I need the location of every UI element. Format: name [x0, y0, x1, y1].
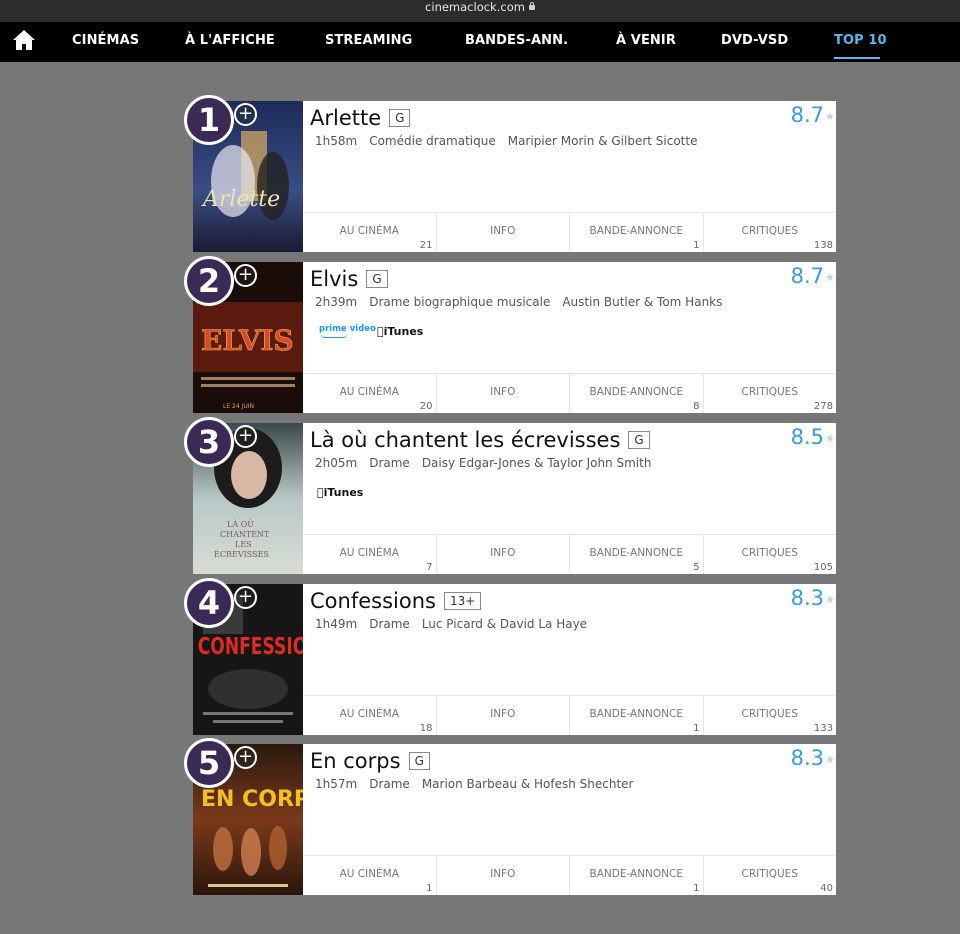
nav-item-a-venir[interactable]: À VENIR: [616, 33, 676, 48]
prime-video-link[interactable]: prime video: [319, 325, 376, 338]
rank-badge: 2: [184, 256, 234, 306]
home-icon[interactable]: [12, 29, 36, 51]
svg-text:ELVIS: ELVIS: [201, 324, 294, 357]
rank-badge: 1: [184, 95, 234, 145]
url-text: cinemaclock.com: [425, 0, 525, 14]
rating-badge: 13+: [443, 592, 482, 610]
nav-item-cinemas[interactable]: CINÉMAS: [72, 33, 139, 48]
movie-card: Arlette 1 + Arlette G 1h58m Comédie dramat…: [184, 95, 836, 252]
nav-item-streaming[interactable]: STREAMING: [325, 33, 412, 48]
action-bar: AU CINÉMA 18 INFO BANDE-ANNONCE 1 CRITIQUE…: [303, 695, 836, 735]
rank-badge: 5: [184, 738, 234, 788]
svg-text:CHANTENT: CHANTENT: [220, 530, 270, 539]
rating-badge: G: [366, 270, 388, 288]
action-bar: AU CINÉMA 7 INFO BANDE-ANNONCE 5 CRITIQUES…: [303, 534, 836, 574]
movie-title[interactable]: En corps G: [310, 749, 430, 773]
action-au-cinema[interactable]: AU CINÉMA 20: [303, 374, 437, 413]
add-to-list-icon[interactable]: +: [234, 264, 257, 287]
rating-badge: G: [408, 752, 430, 770]
svg-text:Arlette: Arlette: [201, 187, 280, 212]
add-to-list-icon[interactable]: +: [234, 586, 257, 609]
movie-score: 8.3: [790, 746, 824, 770]
action-au-cinema[interactable]: AU CINÉMA 21: [303, 213, 437, 252]
movie-score: 8.3: [790, 586, 824, 610]
rank-badge: 4: [184, 578, 234, 628]
action-bande-annonce[interactable]: BANDE-ANNONCE 1: [570, 856, 704, 895]
movie-meta: 1h49m Drame Luc Picard & David La Haye: [315, 617, 588, 631]
svg-text:LE 24 JUIN: LE 24 JUIN: [223, 403, 254, 410]
action-bande-annonce[interactable]: BANDE-ANNONCE 1: [570, 213, 704, 252]
movie-meta: 2h05m Drame Daisy Edgar-Jones & Taylor Joh…: [315, 456, 652, 470]
action-bande-annonce[interactable]: BANDE-ANNONCE 1: [570, 696, 704, 735]
action-au-cinema[interactable]: AU CINÉMA 7: [303, 535, 437, 574]
star-icon: ★: [825, 110, 835, 123]
star-icon: ★: [825, 593, 835, 606]
star-icon: ★: [825, 271, 835, 284]
action-critiques[interactable]: CRITIQUES 278: [704, 374, 837, 413]
movie-meta: 1h58m Comédie dramatique Maripier Morin & …: [315, 134, 698, 148]
apple-icon: : [317, 486, 324, 499]
add-to-list-icon[interactable]: +: [234, 746, 257, 769]
action-info[interactable]: INFO: [437, 856, 570, 895]
action-info[interactable]: INFO: [437, 374, 570, 413]
svg-text:CONFESSIONS: CONFESSIONS: [198, 633, 303, 660]
movie-card: LÀ OÙ CHANTENT LES ÉCREVISSES 3 + Là où …: [184, 417, 836, 574]
itunes-link[interactable]: iTunes: [317, 486, 363, 499]
movie-title[interactable]: Là où chantent les écrevisses G: [310, 428, 650, 452]
nav-item-bandes-annonces[interactable]: BANDES-ANN.: [465, 33, 568, 48]
action-critiques[interactable]: CRITIQUES 138: [704, 213, 837, 252]
movie-meta: 1h57m Drame Marion Barbeau & Hofesh Shecht…: [315, 777, 634, 791]
action-info[interactable]: INFO: [437, 213, 570, 252]
action-critiques[interactable]: CRITIQUES 40: [704, 856, 837, 895]
movie-score: 8.7: [790, 103, 824, 127]
movie-score: 8.7: [790, 264, 824, 288]
action-bar: AU CINÉMA 21 INFO BANDE-ANNONCE 1 CRITIQUE…: [303, 212, 836, 252]
action-bar: AU CINÉMA 20 INFO BANDE-ANNONCE 8 CRITIQUE…: [303, 373, 836, 413]
svg-text:LÀ OÙ: LÀ OÙ: [227, 520, 254, 529]
nav-item-top-10[interactable]: TOP 10: [834, 33, 887, 48]
movie-score: 8.5: [790, 425, 824, 449]
movie-card: EN CORPS 5 + En corpsG 1h57mDrameMarion …: [184, 738, 836, 895]
rating-badge: G: [389, 109, 411, 127]
lock-icon: [528, 2, 535, 10]
top-navigation: CINÉMAS À L'AFFICHE STREAMING BANDES-ANN…: [0, 22, 960, 62]
movie-card: ELVIS LE 24 JUIN 2 + Elvis G 2h39m Drame b…: [184, 256, 836, 413]
action-au-cinema[interactable]: AU CINÉMA 1: [303, 856, 437, 895]
movie-meta: 2h39m Drame biographique musicale Austin B…: [315, 295, 723, 309]
star-icon: ★: [825, 753, 835, 766]
movie-title[interactable]: Arlette G: [310, 106, 411, 130]
svg-text:ÉCREVISSES: ÉCREVISSES: [214, 550, 269, 559]
active-tab-indicator: [834, 57, 880, 59]
itunes-link[interactable]: iTunes: [377, 325, 423, 338]
star-icon: ★: [825, 432, 835, 445]
movie-title[interactable]: Confessions 13+: [310, 589, 482, 613]
svg-text:LES: LES: [235, 540, 252, 549]
rank-badge: 3: [184, 417, 234, 467]
movie-card: CONFESSIONS 4 + Confessions13+ 1h49mDram…: [184, 578, 836, 735]
action-bar: AU CINÉMA 1 INFO BANDE-ANNONCE 1 CRITIQUES…: [303, 855, 836, 895]
action-info[interactable]: INFO: [437, 696, 570, 735]
action-critiques[interactable]: CRITIQUES 105: [704, 535, 837, 574]
action-info[interactable]: INFO: [437, 535, 570, 574]
add-to-list-icon[interactable]: +: [234, 425, 257, 448]
action-au-cinema[interactable]: AU CINÉMA 18: [303, 696, 437, 735]
rating-badge: G: [628, 431, 650, 449]
action-bande-annonce[interactable]: BANDE-ANNONCE 8: [570, 374, 704, 413]
add-to-list-icon[interactable]: +: [234, 103, 257, 126]
svg-text:EN CORPS: EN CORPS: [201, 787, 303, 812]
movie-title[interactable]: Elvis G: [310, 267, 388, 291]
prime-arrow-icon: [321, 334, 347, 338]
nav-item-a-l-affiche[interactable]: À L'AFFICHE: [185, 33, 275, 48]
action-critiques[interactable]: CRITIQUES 133: [704, 696, 837, 735]
apple-icon: : [377, 325, 384, 338]
nav-item-dvd-vsd[interactable]: DVD-VSD: [721, 33, 788, 48]
action-bande-annonce[interactable]: BANDE-ANNONCE 5: [570, 535, 704, 574]
browser-url-bar[interactable]: cinemaclock.com: [0, 0, 960, 22]
